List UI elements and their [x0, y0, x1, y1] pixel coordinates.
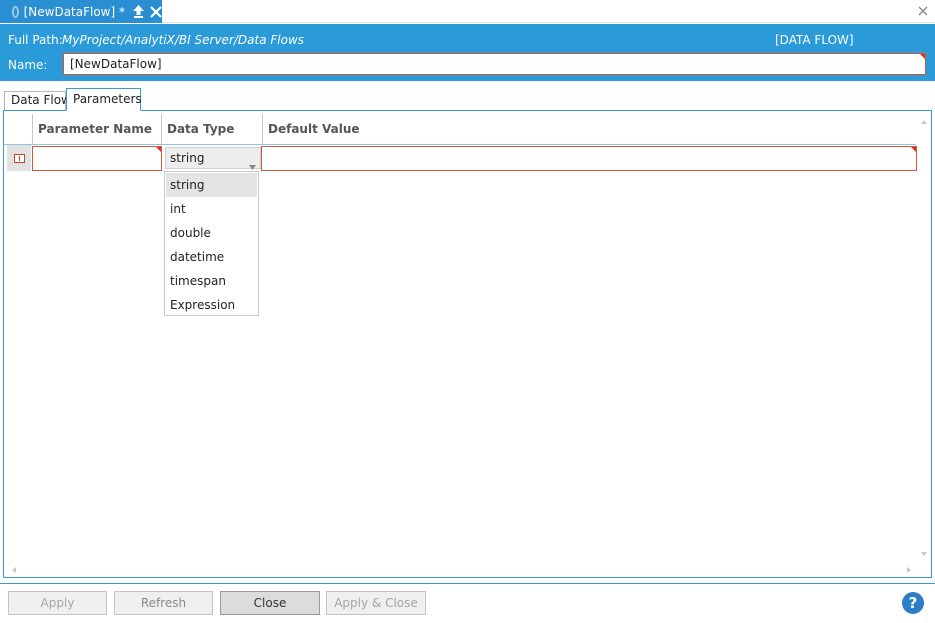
default-value-cell[interactable] — [261, 146, 917, 171]
column-header-default-value[interactable]: Default Value — [262, 114, 917, 144]
pin-icon[interactable] — [132, 4, 145, 19]
document-tab[interactable]: [NewDataFlow] * — [0, 0, 162, 23]
close-button[interactable]: Close — [220, 591, 320, 615]
table-row — [4, 145, 917, 171]
scroll-left-icon[interactable] — [10, 563, 18, 573]
row-indicator[interactable] — [7, 145, 31, 171]
footer-divider — [0, 583, 935, 584]
scroll-right-icon[interactable] — [905, 563, 913, 573]
close-tab-icon[interactable] — [150, 5, 162, 18]
data-type-dropdown: string int double datetime timespan Expr… — [164, 171, 259, 316]
column-header-parameter-name[interactable]: Parameter Name — [32, 114, 161, 144]
tab-data-flow[interactable]: Data Flow — [4, 91, 71, 110]
apply-and-close-button[interactable]: Apply & Close — [326, 591, 426, 615]
scroll-up-icon[interactable] — [920, 115, 928, 124]
name-label: Name: — [8, 58, 48, 72]
dataflow-icon — [12, 5, 19, 18]
dropdown-option-timespan[interactable]: timespan — [166, 269, 257, 293]
dropdown-option-int[interactable]: int — [166, 197, 257, 221]
parameter-name-cell[interactable] — [32, 146, 162, 171]
dropdown-option-expression[interactable]: Expression — [166, 293, 257, 317]
dropdown-option-string[interactable]: string — [166, 173, 257, 197]
column-header-data-type[interactable]: Data Type — [161, 114, 262, 144]
tab-parameters[interactable]: Parameters — [66, 88, 142, 111]
apply-button[interactable]: Apply — [8, 591, 107, 615]
dropdown-option-double[interactable]: double — [166, 221, 257, 245]
grid-header: Parameter Name Data Type Default Value — [4, 114, 916, 145]
full-path-value[interactable]: MyProject/AnalytiX/BI Server/Data Flows — [62, 33, 304, 47]
name-input[interactable]: [NewDataFlow] — [63, 53, 926, 75]
chevron-down-icon[interactable] — [249, 156, 256, 170]
data-type-combo[interactable]: string — [165, 147, 261, 170]
full-path-label: Full Path: — [8, 33, 63, 47]
dropdown-option-datetime[interactable]: datetime — [166, 245, 257, 269]
scroll-down-icon[interactable] — [920, 547, 928, 556]
parameters-panel: Parameter Name Data Type Default Value s… — [3, 110, 932, 578]
edit-row-icon — [13, 153, 25, 163]
data-type-value: string — [170, 151, 205, 165]
object-header: Full Path: MyProject/AnalytiX/BI Server/… — [0, 24, 935, 81]
help-icon[interactable]: ? — [902, 592, 924, 614]
document-tab-strip: [NewDataFlow] * — [0, 0, 935, 23]
close-window-icon[interactable] — [917, 4, 929, 18]
document-tab-title: [NewDataFlow] * — [23, 4, 125, 19]
refresh-button[interactable]: Refresh — [114, 591, 213, 615]
object-type-label: [DATA FLOW] — [775, 33, 854, 47]
